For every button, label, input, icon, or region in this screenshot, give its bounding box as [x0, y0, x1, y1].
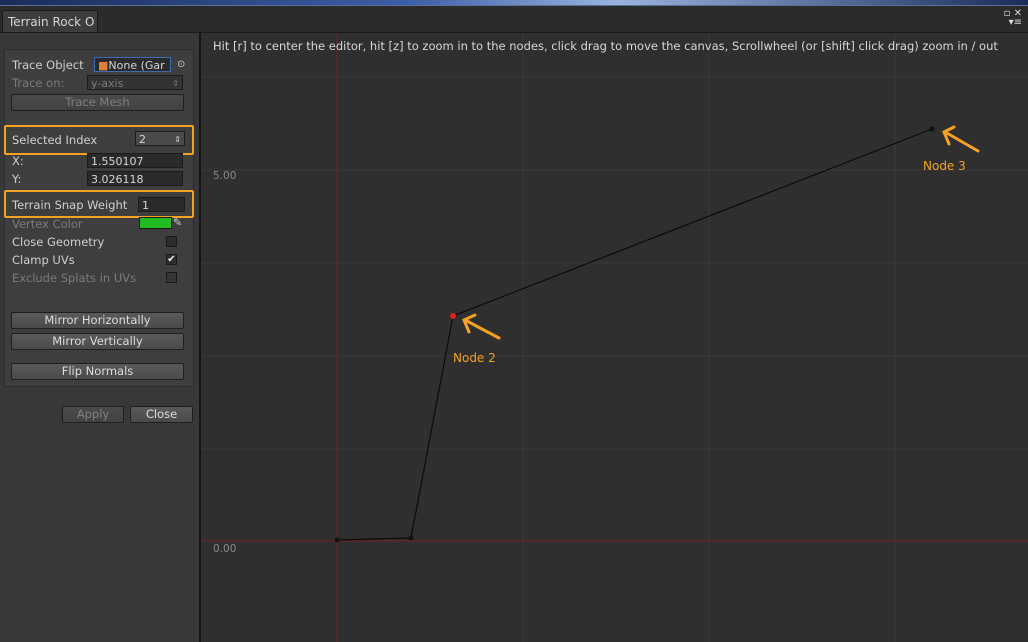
- cube-icon: ■: [98, 59, 109, 72]
- node-editor-canvas[interactable]: Hit [r] to center the editor, hit [z] to…: [201, 33, 1028, 642]
- inspector-panel: Trace Object ■None (Gar ⊙ Trace on: y-ax…: [0, 33, 201, 642]
- mirror-vertically-button[interactable]: Mirror Vertically: [11, 333, 184, 350]
- clamp-uvs-label: Clamp UVs: [12, 253, 75, 267]
- node-0[interactable]: [334, 537, 340, 543]
- clamp-uvs-checkbox[interactable]: ✔: [166, 254, 177, 265]
- grid-svg: [201, 33, 1028, 642]
- annotation-node-2: Node 2: [453, 351, 496, 365]
- trace-object-value: None (Gar: [108, 59, 165, 72]
- editor-window: Terrain Rock O ▫ ✕ ▾≡ Trace Object ■None…: [0, 5, 1028, 642]
- path-polyline: [336, 128, 933, 541]
- menu-icon[interactable]: ▾≡: [1009, 17, 1022, 28]
- close-geometry-label: Close Geometry: [12, 235, 105, 249]
- node-2[interactable]: [450, 313, 456, 319]
- tab-bar: Terrain Rock O ▫ ✕ ▾≡: [0, 6, 1028, 33]
- arrow-node-3: [942, 125, 980, 153]
- dropdown-arrows-icon: ⇕: [172, 79, 179, 88]
- annotation-node-3: Node 3: [923, 159, 966, 173]
- x-label: X:: [12, 154, 24, 168]
- node-1[interactable]: [408, 535, 414, 541]
- flip-normals-button[interactable]: Flip Normals: [11, 363, 184, 380]
- trace-on-value: y-axis: [91, 77, 124, 90]
- arrow-node-2: [462, 313, 501, 340]
- trace-object-field[interactable]: ■None (Gar: [94, 57, 171, 72]
- selected-index-highlight: [4, 125, 194, 155]
- terrain-snap-weight-highlight: [4, 190, 194, 218]
- close-button[interactable]: Close: [130, 406, 193, 423]
- apply-button[interactable]: Apply: [62, 406, 124, 423]
- tab-terrain-rock[interactable]: Terrain Rock O: [2, 10, 98, 32]
- x-field[interactable]: 1.550107: [87, 153, 183, 168]
- trace-mesh-button[interactable]: Trace Mesh: [11, 94, 184, 111]
- y-axis-label-0: 0.00: [213, 543, 237, 555]
- exclude-splats-label: Exclude Splats in UVs: [12, 271, 137, 285]
- y-field[interactable]: 3.026118: [87, 171, 183, 186]
- vertex-color-swatch[interactable]: [139, 217, 172, 229]
- grid-lines: [201, 33, 1028, 642]
- mirror-horizontally-button[interactable]: Mirror Horizontally: [11, 312, 184, 329]
- trace-on-dropdown[interactable]: y-axis ⇕: [87, 75, 183, 90]
- node-3[interactable]: [929, 126, 935, 132]
- trace-object-label: Trace Object: [12, 58, 84, 72]
- eyedropper-icon[interactable]: ✎: [173, 216, 182, 229]
- close-geometry-checkbox[interactable]: [166, 236, 177, 247]
- trace-on-label: Trace on:: [12, 76, 65, 90]
- window-controls: ▫ ✕ ▾≡: [1004, 9, 1022, 28]
- object-picker-icon[interactable]: ⊙: [177, 59, 185, 70]
- canvas-hint: Hit [r] to center the editor, hit [z] to…: [213, 39, 998, 53]
- y-label: Y:: [12, 172, 22, 186]
- checkmark-icon: ✔: [167, 254, 176, 265]
- y-axis-label-5: 5.00: [213, 170, 237, 182]
- exclude-splats-checkbox[interactable]: [166, 272, 177, 283]
- vertex-color-label: Vertex Color: [12, 217, 83, 231]
